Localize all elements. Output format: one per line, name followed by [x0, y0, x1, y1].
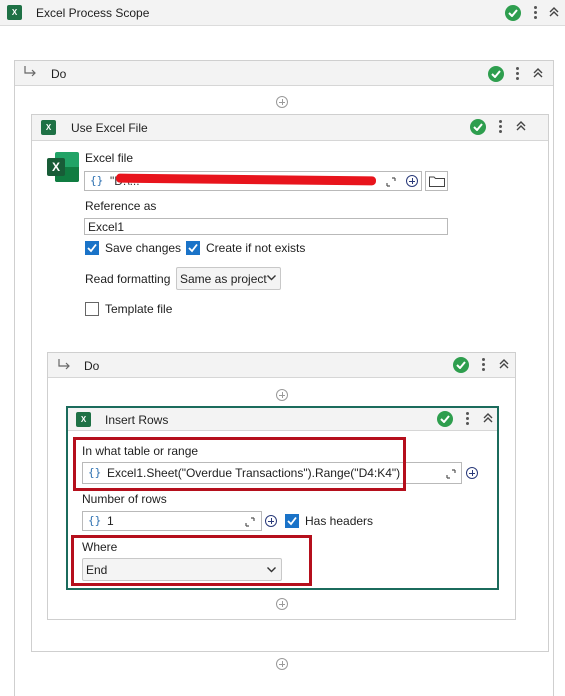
highlight-where-box: [71, 535, 312, 586]
expand-editor-icon[interactable]: [446, 469, 456, 479]
expand-editor-icon[interactable]: [386, 177, 396, 187]
success-check-icon: [488, 66, 504, 82]
has-headers-checkbox[interactable]: [285, 514, 299, 528]
collapse-icon[interactable]: [498, 358, 510, 370]
excel-process-scope-title: Excel Process Scope: [36, 6, 150, 20]
excel-file-label: Excel file: [85, 151, 134, 165]
collapse-icon[interactable]: [515, 120, 527, 132]
highlight-range-box: [73, 437, 406, 491]
add-value-icon[interactable]: [265, 515, 277, 527]
more-options-icon[interactable]: [466, 412, 470, 426]
expression-icon: {}: [88, 514, 102, 527]
read-formatting-value: Same as project: [180, 272, 267, 286]
expression-icon: {}: [90, 174, 104, 187]
do-header-outer[interactable]: [15, 61, 553, 86]
collapse-icon[interactable]: [482, 412, 494, 424]
excel-icon: X: [41, 120, 56, 135]
excel-icon: X: [7, 5, 22, 20]
reference-as-input[interactable]: [84, 218, 448, 235]
chevron-down-icon: [267, 275, 276, 281]
insert-rows-title: Insert Rows: [105, 413, 169, 427]
add-activity-icon[interactable]: [276, 598, 288, 610]
do-title-inner: Do: [84, 359, 100, 373]
create-if-not-exists-checkbox[interactable]: [186, 241, 200, 255]
success-check-icon: [505, 5, 521, 21]
reference-as-value: Excel1: [88, 220, 125, 234]
collapse-icon[interactable]: [532, 67, 544, 79]
expand-editor-icon[interactable]: [245, 517, 255, 527]
folder-icon: [429, 176, 445, 187]
success-check-icon: [437, 411, 453, 427]
add-activity-icon[interactable]: [276, 96, 288, 108]
collapse-icon[interactable]: [548, 6, 560, 18]
success-check-icon: [470, 119, 486, 135]
read-formatting-label: Read formatting: [85, 272, 171, 286]
more-options-icon[interactable]: [534, 6, 538, 20]
more-options-icon[interactable]: [499, 120, 503, 134]
use-excel-file-title: Use Excel File: [71, 121, 148, 135]
reference-as-label: Reference as: [85, 199, 157, 213]
browse-folder-button[interactable]: [425, 171, 448, 191]
more-options-icon[interactable]: [516, 67, 520, 81]
excel-icon: X: [76, 412, 91, 427]
add-activity-icon[interactable]: [276, 658, 288, 670]
do-header-inner[interactable]: [48, 353, 515, 378]
success-check-icon: [453, 357, 469, 373]
has-headers-label: Has headers: [305, 514, 374, 528]
add-activity-icon[interactable]: [276, 389, 288, 401]
number-of-rows-label: Number of rows: [82, 492, 167, 506]
number-of-rows-value: 1: [107, 514, 114, 528]
more-options-icon[interactable]: [482, 358, 486, 372]
sequence-arrow-icon: [24, 66, 36, 77]
save-changes-label: Save changes: [105, 241, 182, 255]
create-if-not-exists-label: Create if not exists: [206, 241, 306, 255]
template-file-checkbox[interactable]: [85, 302, 99, 316]
excel-logo-icon: X: [47, 152, 79, 182]
save-changes-checkbox[interactable]: [85, 241, 99, 255]
do-title-outer: Do: [51, 67, 67, 81]
add-value-icon[interactable]: [406, 175, 418, 187]
add-value-icon[interactable]: [466, 467, 478, 479]
template-file-label: Template file: [105, 302, 173, 316]
sequence-arrow-icon: [58, 359, 70, 370]
